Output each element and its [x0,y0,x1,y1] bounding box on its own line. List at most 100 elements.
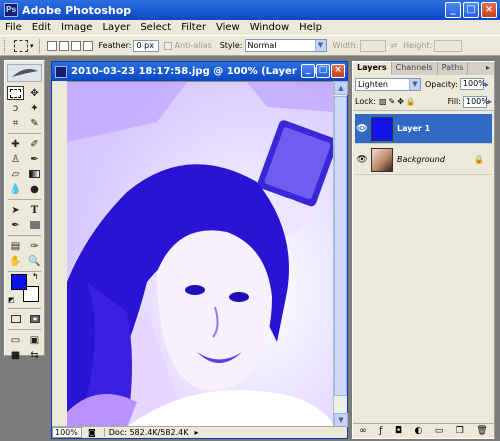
new-group-icon[interactable]: ▭ [435,426,444,436]
chevron-down-icon: ▼ [409,78,420,90]
default-colors-icon[interactable]: ◩ [8,296,15,304]
new-layer-icon[interactable]: ❐ [456,426,464,436]
foreground-color-swatch[interactable] [11,274,27,290]
antialias-checkbox[interactable] [164,41,173,50]
tab-channels[interactable]: Channels [392,62,438,75]
add-selection-icon[interactable] [58,40,69,51]
quick-mask-mode-icon[interactable] [26,312,43,326]
layer-name: Layer 1 [397,124,431,133]
swap-colors-icon[interactable]: ↰ [32,272,39,281]
status-arrow-icon[interactable]: ▸ [194,428,198,437]
menu-edit[interactable]: Edit [27,22,56,33]
visibility-eye-icon[interactable]: 👁 [355,124,369,134]
layer-row-layer-1[interactable]: 👁 Layer 1 [355,114,492,144]
adjustment-layer-icon[interactable]: ◐ [414,426,422,436]
jump-to-imageready-icon[interactable]: ⇆ [26,348,43,362]
menu-window[interactable]: Window [245,22,294,33]
width-input[interactable] [360,39,387,52]
height-input[interactable] [434,39,463,52]
eyedropper-tool-icon[interactable]: ✑ [26,239,43,253]
style-select[interactable]: Normal ▼ [244,39,327,52]
close-button[interactable]: × [481,2,497,18]
status-menu-icon[interactable]: ◙ [88,428,96,437]
layer-name: Background [397,155,445,164]
opacity-arrow-icon[interactable]: ▸ [485,80,489,89]
slice-tool-icon[interactable]: ✎ [26,116,43,130]
zoom-tool-icon[interactable]: 🔍 [26,254,43,268]
full-screen-menu-mode-icon[interactable]: ▣ [26,333,43,347]
doc-minimize-button[interactable]: _ [301,64,315,78]
blend-mode-value: Lighten [358,79,388,89]
chevron-down-icon[interactable]: ▾ [30,42,34,50]
menu-filter[interactable]: Filter [176,22,211,33]
tab-layers[interactable]: Layers [353,62,392,75]
zoom-level-field[interactable]: 100% [52,427,82,438]
toolbox-header[interactable] [7,64,42,82]
menu-help[interactable]: Help [294,22,327,33]
chevron-down-icon: ▼ [314,40,326,51]
brush-tool-icon[interactable]: ✐ [26,137,43,151]
vertical-scrollbar[interactable]: ▲ ▼ [333,81,348,427]
tab-paths[interactable]: Paths [438,62,469,75]
link-layers-icon[interactable]: ∞ [359,426,367,436]
path-selection-tool-icon[interactable]: ➤ [7,203,24,217]
delete-layer-icon[interactable]: 🗑 [476,426,487,436]
panel-menu-icon[interactable]: ▸ [482,62,494,75]
height-label: Height: [403,41,433,50]
menu-image[interactable]: Image [56,22,97,33]
visibility-eye-icon[interactable]: 👁 [355,155,369,165]
layer-row-background[interactable]: 👁 Background 🔒 [355,145,492,175]
lasso-tool-icon[interactable]: ↄ [7,101,24,115]
intersect-selection-icon[interactable] [82,40,93,51]
scroll-up-icon[interactable]: ▲ [334,81,348,95]
blur-tool-icon[interactable]: 💧 [7,182,24,196]
move-tool-icon[interactable]: ✥ [26,86,43,100]
fill-input[interactable]: 100% [462,95,489,108]
layer-style-icon[interactable]: ƒ [379,426,382,436]
marquee-tool-icon[interactable] [7,86,24,100]
standard-screen-mode-icon[interactable]: ▭ [7,333,24,347]
lock-position-icon[interactable]: ✥ [397,97,404,106]
swap-icon[interactable]: ⇄ [390,41,397,50]
dodge-tool-icon[interactable]: ● [26,182,43,196]
layer-mask-icon[interactable]: ◘ [395,426,402,436]
history-brush-tool-icon[interactable]: ✒ [26,152,43,166]
layers-panel: Layers Channels Paths ▸ Lighten ▼ Opacit… [352,61,495,439]
clone-stamp-tool-icon[interactable]: ♙ [7,152,24,166]
menu-file[interactable]: File [0,22,27,33]
hand-tool-icon[interactable]: ✋ [7,254,24,268]
opacity-input[interactable]: 100% [459,78,486,90]
image-canvas[interactable] [67,82,335,427]
maximize-button[interactable]: □ [463,2,479,18]
shape-tool-icon[interactable] [26,218,43,232]
fill-arrow-icon[interactable]: ▸ [488,97,492,106]
lock-transparent-icon[interactable]: ▨ [379,97,387,106]
minimize-button[interactable]: _ [445,2,461,18]
menu-select[interactable]: Select [135,22,176,33]
eraser-tool-icon[interactable]: ▱ [7,167,24,181]
lock-label: Lock: [355,97,376,106]
marquee-tool-preset-icon[interactable] [14,39,28,52]
lock-all-icon[interactable]: 🔒 [406,97,416,106]
feather-input[interactable]: 0 px [133,39,160,52]
type-tool-icon[interactable]: T [26,203,43,217]
new-selection-icon[interactable] [46,40,57,51]
subtract-selection-icon[interactable] [70,40,81,51]
crop-tool-icon[interactable]: ⌗ [7,116,24,130]
scroll-thumb[interactable] [334,96,347,396]
scroll-down-icon[interactable]: ▼ [334,413,348,427]
blend-mode-select[interactable]: Lighten ▼ [355,77,421,91]
healing-brush-tool-icon[interactable]: ✚ [7,137,24,151]
menu-view[interactable]: View [211,22,245,33]
options-grip[interactable] [4,38,7,53]
doc-close-button[interactable]: × [331,64,345,78]
menu-layer[interactable]: Layer [97,22,135,33]
gradient-tool-icon[interactable] [26,167,43,181]
full-screen-mode-icon[interactable]: ■ [7,348,24,362]
notes-tool-icon[interactable]: ▤ [7,239,24,253]
magic-wand-tool-icon[interactable]: ✦ [26,101,43,115]
pen-tool-icon[interactable]: ✒ [7,218,24,232]
lock-image-icon[interactable]: ✎ [389,97,396,106]
doc-maximize-button[interactable]: □ [316,64,330,78]
standard-mode-icon[interactable] [7,312,24,326]
